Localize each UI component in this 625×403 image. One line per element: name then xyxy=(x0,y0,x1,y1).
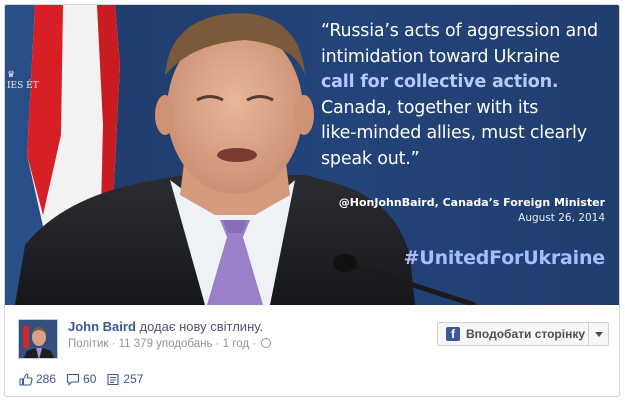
attribution-date: August 26, 2014 xyxy=(518,212,605,224)
logo-text: IES ÉT xyxy=(7,81,39,91)
page-likes-count[interactable]: 11 379 уподобань xyxy=(119,338,213,350)
like-page-label: Вподобати сторінку xyxy=(466,327,586,341)
quote-line: like-minded allies, must clearly xyxy=(321,123,587,143)
shares-count: 257 xyxy=(123,372,144,386)
author-name-link[interactable]: John Baird xyxy=(68,319,136,334)
comment-icon xyxy=(66,373,80,386)
meta-separator: · xyxy=(215,338,223,350)
avatar-image xyxy=(19,320,57,358)
chevron-down-icon xyxy=(594,331,603,337)
government-logo: ♛ IES ÉT xyxy=(7,70,39,92)
shares-stat[interactable]: 257 xyxy=(106,372,143,386)
crest-icon: ♛ xyxy=(7,70,16,80)
globe-icon xyxy=(261,338,272,348)
likes-count: 286 xyxy=(36,372,57,386)
quote-text: “Russia’s acts of aggression and intimid… xyxy=(321,19,611,172)
comments-stat[interactable]: 60 xyxy=(66,372,96,386)
avatar[interactable] xyxy=(18,319,58,359)
author-line: John Baird додає нову світлину. xyxy=(68,319,263,334)
hashtag: #UnitedForUkraine xyxy=(403,247,606,269)
share-icon xyxy=(107,373,119,385)
facebook-logo-icon: f xyxy=(446,327,460,341)
post-stats: 286 60 257 xyxy=(19,372,143,386)
post-footer: John Baird додає нову світлину. Політик … xyxy=(5,305,619,396)
quote-highlight: call for collective action. xyxy=(321,72,559,92)
page-category[interactable]: Політик xyxy=(68,338,108,350)
thumbs-up-icon xyxy=(19,372,33,386)
author-action: додає нову світлину. xyxy=(139,319,264,334)
meta-separator: · xyxy=(111,338,119,350)
meta-separator: · xyxy=(252,338,260,350)
facebook-post-card: ♛ IES ÉT “Russia’s acts of aggression an… xyxy=(4,4,620,397)
like-page-main[interactable]: f Вподобати сторінку xyxy=(438,323,588,345)
like-page-dropdown[interactable] xyxy=(588,323,608,345)
post-meta: Політик · 11 379 уподобань · 1 год · xyxy=(68,338,272,350)
like-page-button[interactable]: f Вподобати сторінку xyxy=(437,322,609,346)
quote-attribution: @HonJohnBaird, Canada’s Foreign Minister… xyxy=(339,195,605,226)
quote-line: speak out.” xyxy=(321,148,420,169)
likes-stat[interactable]: 286 xyxy=(19,372,56,386)
quote-line: intimidation toward Ukraine xyxy=(321,46,560,67)
post-photo[interactable]: ♛ IES ÉT “Russia’s acts of aggression an… xyxy=(5,5,619,305)
post-time[interactable]: 1 год xyxy=(223,338,249,350)
quote-line: Canada, together with its xyxy=(321,97,539,118)
quote-line: “Russia’s acts of aggression and xyxy=(321,21,598,41)
attribution-name: @HonJohnBaird, Canada’s Foreign Minister xyxy=(338,196,605,209)
comments-count: 60 xyxy=(83,372,97,386)
